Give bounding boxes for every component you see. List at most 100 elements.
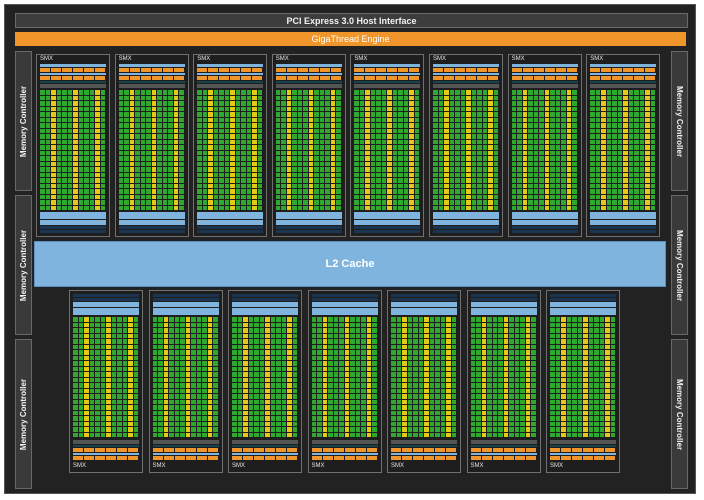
cuda-core	[498, 421, 503, 426]
cuda-core	[376, 172, 381, 177]
cuda-core	[449, 90, 454, 95]
cuda-core	[590, 90, 595, 95]
special-unit	[230, 205, 235, 210]
special-unit	[308, 172, 314, 177]
special-unit	[208, 161, 213, 166]
cuda-core	[550, 317, 555, 322]
special-unit	[623, 183, 628, 188]
cuda-core	[403, 95, 409, 100]
cuda-core	[281, 189, 286, 194]
cuda-core	[168, 200, 173, 205]
special-unit	[51, 178, 56, 183]
special-unit	[344, 361, 349, 366]
special-unit	[409, 172, 414, 177]
special-unit	[207, 388, 212, 393]
cuda-core	[281, 101, 286, 106]
cuda-core	[78, 344, 83, 349]
cuda-core	[133, 399, 138, 404]
cuda-core	[396, 372, 401, 377]
smx-top-8: SMX	[586, 54, 661, 237]
cuda-core	[246, 156, 252, 161]
cuda-core	[169, 322, 174, 327]
smx-label: SMX	[232, 463, 246, 469]
cuda-core	[157, 139, 162, 144]
cuda-core	[157, 101, 162, 106]
special-unit	[173, 139, 179, 144]
cuda-core	[606, 145, 612, 150]
cuda-core	[359, 123, 365, 128]
cuda-core	[429, 328, 434, 333]
cuda-core	[202, 117, 208, 122]
cuda-core	[492, 410, 497, 415]
special-unit	[84, 328, 89, 333]
cuda-core	[509, 317, 514, 322]
cuda-core	[311, 355, 316, 360]
cuda-core	[376, 117, 381, 122]
register-file	[354, 81, 421, 83]
texture-cache	[550, 302, 616, 307]
special-unit	[424, 344, 429, 349]
cuda-core	[391, 427, 396, 432]
cuda-core	[248, 361, 253, 366]
special-unit	[286, 112, 292, 117]
cuda-core	[219, 205, 224, 210]
cuda-core	[391, 410, 396, 415]
cuda-core	[498, 333, 503, 338]
cuda-core	[396, 399, 401, 404]
cuda-core	[339, 350, 344, 355]
special-unit	[466, 200, 471, 205]
warp-scheduler-row	[311, 456, 378, 460]
special-unit	[95, 134, 100, 139]
cuda-core	[276, 339, 281, 344]
special-unit	[330, 150, 336, 155]
tex-units	[275, 230, 342, 233]
cuda-core	[56, 134, 61, 139]
cuda-core	[528, 172, 533, 177]
cuda-core	[639, 112, 645, 117]
tex-units	[470, 294, 537, 297]
shared-memory-l1	[40, 212, 106, 219]
special-unit	[51, 134, 56, 139]
cuda-core	[555, 383, 560, 388]
special-unit	[106, 333, 111, 338]
special-unit	[207, 317, 212, 322]
cuda-core	[617, 101, 623, 106]
cuda-core	[219, 101, 224, 106]
cuda-core	[89, 172, 94, 177]
tex-units	[40, 226, 106, 229]
cuda-core	[100, 194, 105, 199]
cuda-core	[650, 183, 656, 188]
cuda-core	[403, 150, 409, 155]
cuda-core	[111, 361, 116, 366]
cuda-core	[381, 90, 387, 95]
special-unit	[561, 333, 566, 338]
cuda-core	[550, 134, 555, 139]
cuda-core	[440, 421, 445, 426]
cuda-core	[396, 405, 401, 410]
special-unit	[106, 399, 111, 404]
orange-unit	[152, 448, 163, 452]
cuda-core	[392, 156, 398, 161]
cuda-core	[152, 416, 157, 421]
cuda-core	[517, 205, 522, 210]
smx-internals	[433, 64, 499, 234]
special-unit	[366, 427, 371, 432]
cuda-core	[438, 200, 443, 205]
cuda-core	[169, 328, 174, 333]
cuda-core	[588, 333, 593, 338]
cuda-core	[135, 167, 140, 172]
orange-unit	[62, 68, 72, 72]
cuda-core	[191, 361, 196, 366]
special-unit	[151, 128, 157, 133]
cuda-core	[162, 139, 168, 144]
cuda-core	[407, 405, 412, 410]
special-unit	[525, 427, 530, 432]
cuda-core	[133, 350, 138, 355]
special-unit	[605, 383, 610, 388]
cuda-core	[407, 388, 412, 393]
cuda-core	[311, 421, 316, 426]
cuda-core	[89, 377, 94, 382]
cuda-core	[100, 123, 105, 128]
cuda-core	[111, 322, 116, 327]
cuda-core	[317, 344, 322, 349]
